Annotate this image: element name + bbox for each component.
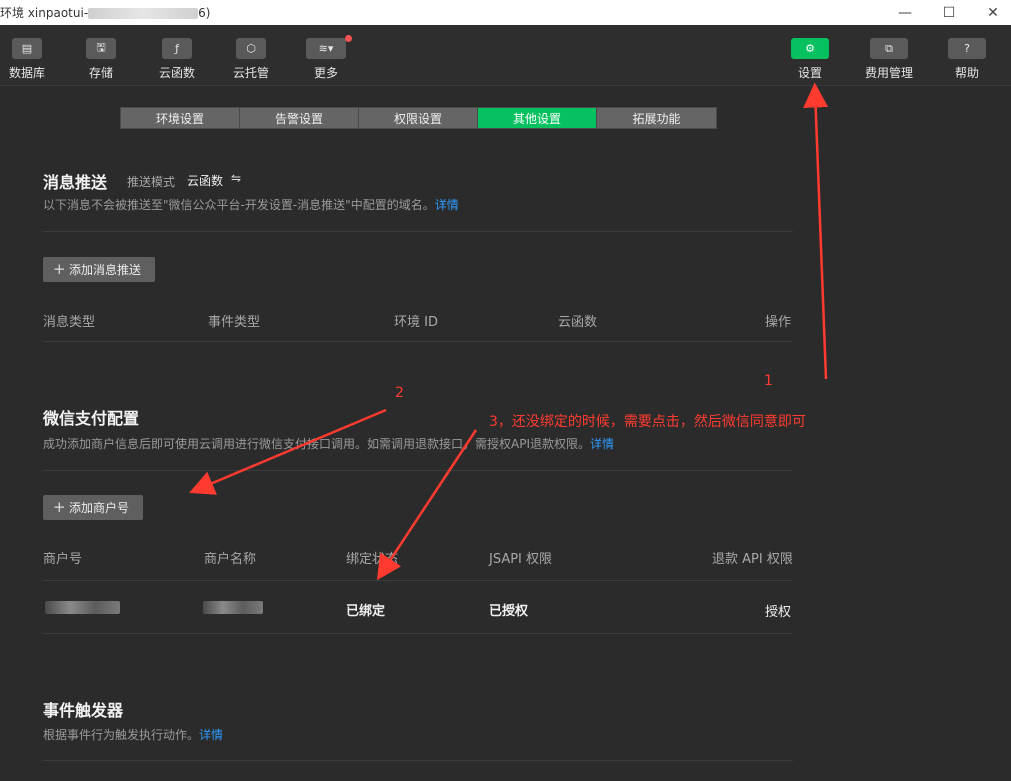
- database-icon: ▤: [12, 38, 42, 59]
- toolbar-storage[interactable]: 🖫 存储: [71, 38, 131, 82]
- column-header: 消息类型: [43, 315, 96, 330]
- event-trigger-detail-link[interactable]: 详情: [199, 728, 223, 742]
- cloud-function-icon: ƒ: [162, 38, 192, 59]
- minimize-button[interactable]: —: [883, 0, 927, 25]
- maximize-button[interactable]: ☐: [927, 0, 971, 25]
- divider: [43, 633, 793, 634]
- divider: [43, 470, 793, 471]
- add-merchant-label: 添加商户号: [69, 501, 130, 515]
- jsapi-status: 已授权: [489, 604, 529, 619]
- title-bar: 环境 xinpaotui- 6) — ☐ ✕: [0, 0, 1011, 25]
- toolbar-label: 数据库: [8, 66, 45, 80]
- divider: [43, 231, 793, 232]
- toolbar-settings[interactable]: ⚙ 设置: [780, 38, 840, 82]
- wechat-pay-desc: 成功添加商户信息后即可使用云调用进行微信支付接口调用。如需调用退款接口，需授权A…: [43, 435, 614, 452]
- message-push-detail-link[interactable]: 详情: [435, 198, 459, 212]
- window-title: 环境 xinpaotui- 6): [0, 4, 210, 21]
- event-trigger-desc-text: 根据事件行为触发执行动作。: [43, 728, 200, 742]
- message-push-desc: 以下消息不会被推送至"微信公众平台-开发设置-消息推送"中配置的域名。详情: [43, 196, 459, 213]
- toolbar-label: 设置: [797, 66, 822, 80]
- annotation-3: 3，还没绑定的时候，需要点击，然后微信同意即可: [489, 414, 806, 430]
- toolbar-more[interactable]: ≋▾ 更多: [296, 35, 356, 82]
- wechat-pay-detail-link[interactable]: 详情: [590, 437, 614, 451]
- tab-extensions[interactable]: 拓展功能: [597, 108, 716, 128]
- add-message-push-button[interactable]: + 添加消息推送: [43, 257, 156, 282]
- push-mode-value: 云函数: [187, 174, 224, 188]
- column-header: 绑定状态: [346, 552, 399, 567]
- column-header: JSAPI 权限: [489, 552, 553, 567]
- toolbar-help[interactable]: ? 帮助: [937, 38, 997, 82]
- add-message-push-label: 添加消息推送: [69, 263, 142, 277]
- tab-permission-settings[interactable]: 权限设置: [359, 108, 478, 128]
- tab-other-settings[interactable]: 其他设置: [478, 108, 597, 128]
- arrow-to-settings: [803, 82, 829, 380]
- plus-icon: +: [53, 260, 66, 278]
- redacted-merchant-id: [45, 601, 120, 614]
- event-trigger-title: 事件触发器: [43, 701, 124, 720]
- toolbar-label: 存储: [88, 66, 113, 80]
- toolbar-label: 云函数: [158, 66, 195, 80]
- add-merchant-button[interactable]: + 添加商户号: [43, 495, 144, 520]
- main-toolbar: ▤ 数据库 🖫 存储 ƒ 云函数 ⬡ 云托管 ≋▾ 更多 ⚙ 设置 ⧉ 费用管理…: [0, 25, 1011, 86]
- message-push-desc-text: 以下消息不会被推送至"微信公众平台-开发设置-消息推送"中配置的域名。: [43, 198, 435, 212]
- bind-status: 已绑定: [346, 604, 386, 619]
- storage-icon: 🖫: [86, 38, 116, 59]
- divider: [43, 341, 793, 342]
- toolbar-label: 更多: [313, 66, 338, 80]
- window-title-suffix: 6): [198, 6, 211, 20]
- settings-tabs: 环境设置 告警设置 权限设置 其他设置 拓展功能: [120, 107, 717, 129]
- annotation-1: 1: [764, 373, 773, 389]
- more-icon: ≋▾: [306, 38, 346, 59]
- help-icon: ?: [948, 38, 986, 59]
- gear-icon: ⚙: [791, 38, 829, 59]
- tab-alert-settings[interactable]: 告警设置: [240, 108, 359, 128]
- wechat-pay-title: 微信支付配置: [43, 409, 140, 428]
- divider: [43, 760, 793, 761]
- redacted-merchant-name: [203, 601, 263, 614]
- toolbar-label: 云托管: [232, 66, 269, 80]
- notification-dot: [345, 35, 352, 42]
- toolbar-billing[interactable]: ⧉ 费用管理: [859, 38, 919, 82]
- wechat-pay-desc-text: 成功添加商户信息后即可使用云调用进行微信支付接口调用。如需调用退款接口，需授权A…: [43, 437, 590, 451]
- annotation-2: 2: [395, 385, 404, 401]
- tab-env-settings[interactable]: 环境设置: [121, 108, 240, 128]
- swap-icon[interactable]: ⇋: [231, 171, 241, 185]
- toolbar-cloud-hosting[interactable]: ⬡ 云托管: [221, 38, 281, 82]
- column-header: 退款 API 权限: [712, 552, 793, 567]
- toolbar-cloud-function[interactable]: ƒ 云函数: [147, 38, 207, 82]
- column-header: 事件类型: [208, 315, 261, 330]
- cloud-hosting-icon: ⬡: [236, 38, 266, 59]
- event-trigger-desc: 根据事件行为触发执行动作。详情: [43, 726, 223, 743]
- message-push-title: 消息推送: [43, 173, 108, 192]
- push-mode-label: 推送模式: [127, 175, 176, 189]
- authorize-refund-link[interactable]: 授权: [765, 601, 791, 620]
- column-header: 环境 ID: [394, 315, 438, 330]
- billing-icon: ⧉: [870, 38, 908, 59]
- column-header: 商户名称: [204, 552, 257, 567]
- redacted-env-id: [88, 8, 199, 19]
- column-header: 云函数: [558, 315, 598, 330]
- plus-icon: +: [53, 498, 66, 516]
- column-header: 操作: [765, 315, 792, 330]
- toolbar-database[interactable]: ▤ 数据库: [0, 38, 57, 82]
- close-button[interactable]: ✕: [971, 0, 1011, 25]
- toolbar-label: 费用管理: [864, 66, 913, 80]
- column-header: 商户号: [43, 552, 83, 567]
- toolbar-label: 帮助: [954, 66, 979, 80]
- window-title-prefix: 环境 xinpaotui-: [0, 6, 89, 20]
- divider: [43, 580, 793, 581]
